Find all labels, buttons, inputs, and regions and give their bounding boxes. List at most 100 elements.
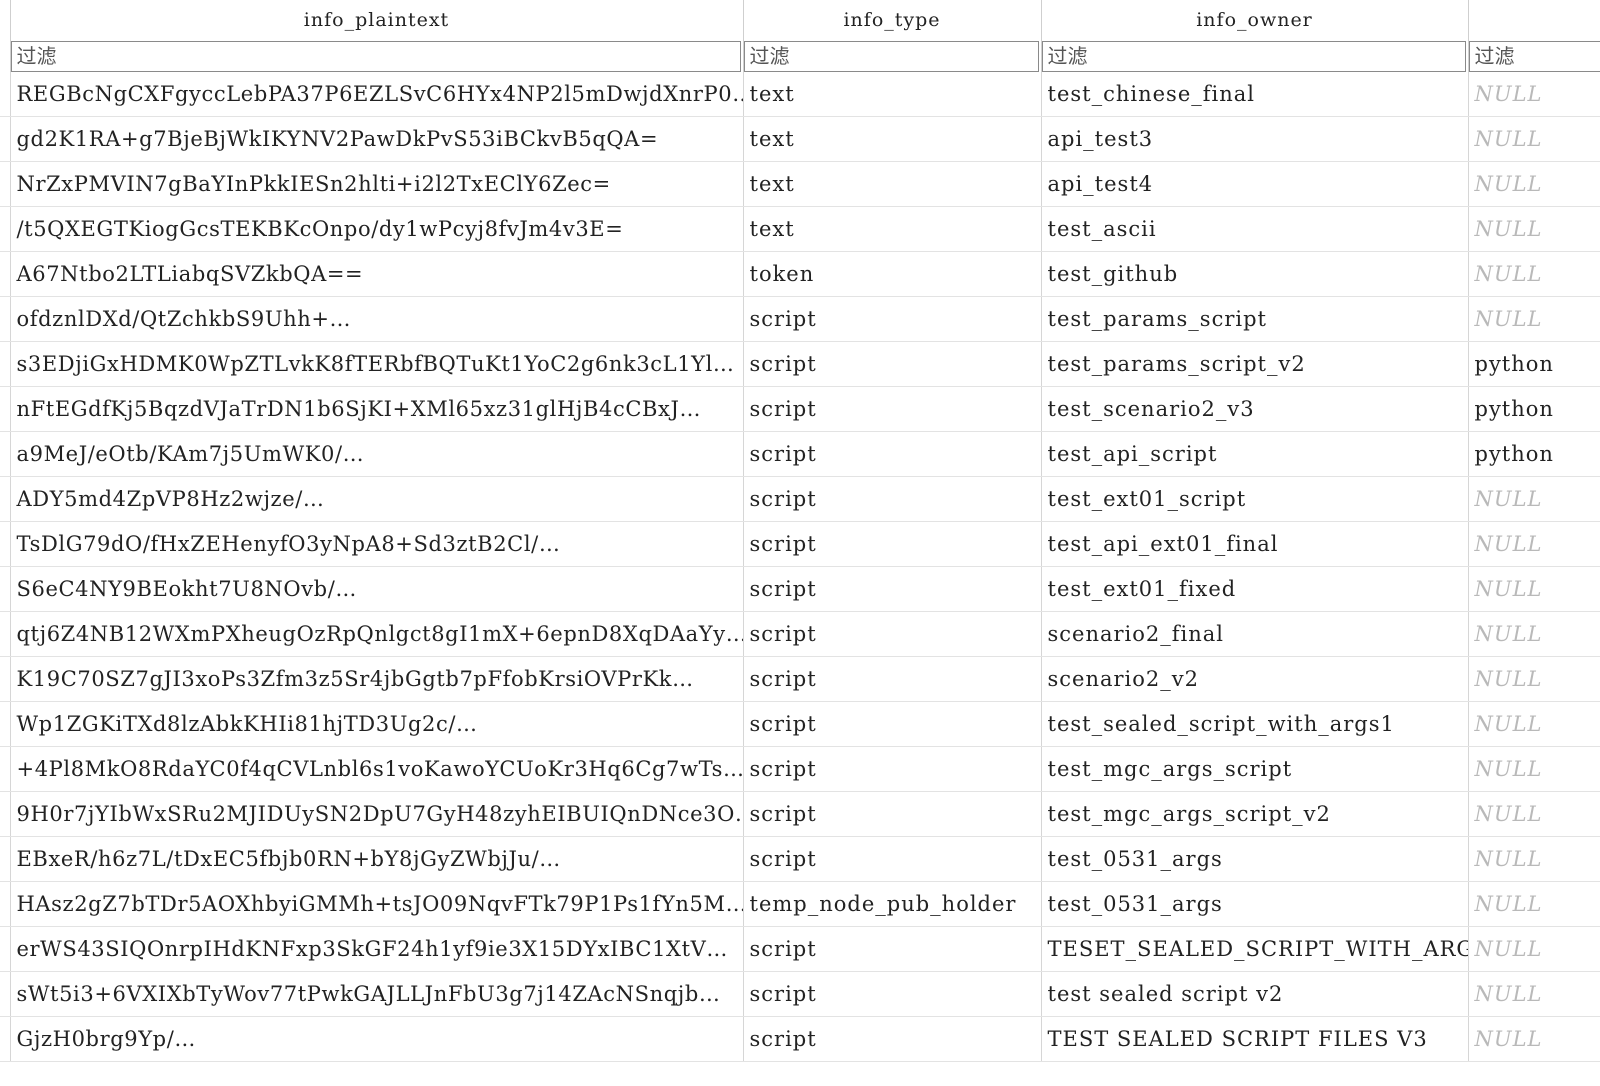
table-row[interactable]: gd2K1RA+g7BjeBjWkIKYNV2PawDkPvS53iBCkvB5… xyxy=(0,116,1600,162)
row-header[interactable] xyxy=(0,566,11,612)
row-header[interactable] xyxy=(0,476,11,522)
column-header-extra[interactable] xyxy=(1468,0,1600,40)
row-header[interactable] xyxy=(0,206,11,252)
table-row[interactable]: A67Ntbo2LTLiabqSVZkbQA== token test_github… xyxy=(0,251,1600,297)
cell-info-plaintext[interactable]: A67Ntbo2LTLiabqSVZkbQA== xyxy=(10,251,744,297)
table-row[interactable]: s3EDjiGxHDMK0WpZTLvkK8fTERbfBQTuKt1YoC2g… xyxy=(0,341,1600,387)
cell-extra[interactable]: NULL xyxy=(1468,836,1600,882)
cell-extra[interactable]: NULL xyxy=(1468,656,1600,702)
cell-info-owner[interactable]: test_ext01_script xyxy=(1041,476,1469,522)
filter-input-info-owner[interactable] xyxy=(1041,40,1466,72)
cell-info-owner[interactable]: test_mgc_args_script_v2 xyxy=(1041,791,1469,837)
cell-info-owner[interactable]: TEST SEALED SCRIPT FILES V3 xyxy=(1041,1016,1469,1062)
cell-info-owner[interactable]: scenario2_v2 xyxy=(1041,656,1469,702)
cell-info-owner[interactable]: test_params_script xyxy=(1041,296,1469,342)
row-header[interactable] xyxy=(0,656,11,702)
cell-extra[interactable]: NULL xyxy=(1468,791,1600,837)
cell-info-type[interactable]: script xyxy=(743,341,1042,387)
column-header-info-type[interactable]: info_type xyxy=(743,0,1042,40)
cell-info-plaintext[interactable]: K19C70SZ7gJI3xoPs3Zfm3z5Sr4jbGgtb7pFfobK… xyxy=(10,656,744,702)
row-header[interactable] xyxy=(0,116,11,162)
table-row[interactable]: nFtEGdfKj5BqzdVJaTrDN1b6SjKI+XMl65xz31gl… xyxy=(0,386,1600,432)
row-header[interactable] xyxy=(0,746,11,792)
cell-info-plaintext[interactable]: gd2K1RA+g7BjeBjWkIKYNV2PawDkPvS53iBCkvB5… xyxy=(10,116,744,162)
row-header[interactable] xyxy=(0,251,11,297)
cell-info-plaintext[interactable]: Wp1ZGKiTXd8lzAbkKHIi81hjTD3Ug2c/… xyxy=(10,701,744,747)
cell-info-type[interactable]: script xyxy=(743,476,1042,522)
cell-info-owner[interactable]: api_test3 xyxy=(1041,116,1469,162)
cell-extra[interactable]: NULL xyxy=(1468,476,1600,522)
row-header[interactable] xyxy=(0,881,11,927)
cell-info-owner[interactable]: test_api_ext01_final xyxy=(1041,521,1469,567)
row-header[interactable] xyxy=(0,431,11,477)
table-row[interactable]: 9H0r7jYIbWxSRu2MJIDUySN2DpU7GyH48zyhEIBU… xyxy=(0,791,1600,837)
cell-info-type[interactable]: script xyxy=(743,836,1042,882)
cell-info-type[interactable]: text xyxy=(743,161,1042,207)
row-header[interactable] xyxy=(0,1016,11,1062)
cell-extra[interactable]: NULL xyxy=(1468,161,1600,207)
cell-info-owner[interactable]: test_chinese_final xyxy=(1041,72,1469,117)
cell-info-plaintext[interactable]: erWS43SIQOnrpIHdKNFxp3SkGF24h1yf9ie3X15D… xyxy=(10,926,744,972)
cell-info-type[interactable]: script xyxy=(743,386,1042,432)
cell-info-type[interactable]: script xyxy=(743,566,1042,612)
cell-info-owner[interactable]: test_0531_args xyxy=(1041,836,1469,882)
cell-info-plaintext[interactable]: qtj6Z4NB12WXmPXheugOzRpQnlgct8gI1mX+6epn… xyxy=(10,611,744,657)
row-header[interactable] xyxy=(0,341,11,387)
cell-info-type[interactable]: token xyxy=(743,251,1042,297)
cell-info-type[interactable]: script xyxy=(743,521,1042,567)
row-header[interactable] xyxy=(0,701,11,747)
cell-info-type[interactable]: script xyxy=(743,791,1042,837)
table-row[interactable]: EBxeR/h6z7L/tDxEC5fbjb0RN+bY8jGyZWbjJu/…… xyxy=(0,836,1600,882)
cell-info-owner[interactable]: TESET_SEALED_SCRIPT_WITH_ARGS xyxy=(1041,926,1469,972)
cell-info-owner[interactable]: scenario2_final xyxy=(1041,611,1469,657)
cell-info-plaintext[interactable]: REGBcNgCXFgyccLebPA37P6EZLSvC6HYx4NP2l5m… xyxy=(10,72,744,117)
table-row[interactable]: a9MeJ/eOtb/KAm7j5UmWK0/… script test_api_s… xyxy=(0,431,1600,477)
cell-info-plaintext[interactable]: ofdznlDXd/QtZchkbS9Uhh+… xyxy=(10,296,744,342)
row-header[interactable] xyxy=(0,791,11,837)
row-header[interactable] xyxy=(0,971,11,1017)
row-header[interactable] xyxy=(0,386,11,432)
cell-extra[interactable]: NULL xyxy=(1468,926,1600,972)
cell-info-type[interactable]: text xyxy=(743,72,1042,117)
cell-info-owner[interactable]: test sealed script v2 xyxy=(1041,971,1469,1017)
table-row[interactable]: sWt5i3+6VXIXbTyWov77tPwkGAJLLJnFbU3g7j14… xyxy=(0,971,1600,1017)
cell-info-type[interactable]: script xyxy=(743,296,1042,342)
cell-info-owner[interactable]: test_sealed_script_with_args1 xyxy=(1041,701,1469,747)
cell-extra[interactable]: NULL xyxy=(1468,72,1600,117)
cell-info-plaintext[interactable]: s3EDjiGxHDMK0WpZTLvkK8fTERbfBQTuKt1YoC2g… xyxy=(10,341,744,387)
filter-input-info-plaintext[interactable] xyxy=(10,40,741,72)
row-header[interactable] xyxy=(0,926,11,972)
cell-info-owner[interactable]: test_api_script xyxy=(1041,431,1469,477)
table-row[interactable]: ofdznlDXd/QtZchkbS9Uhh+… script test_param… xyxy=(0,296,1600,342)
cell-extra[interactable]: python xyxy=(1468,386,1600,432)
cell-info-owner[interactable]: test_mgc_args_script xyxy=(1041,746,1469,792)
column-header-info-owner[interactable]: info_owner xyxy=(1041,0,1469,40)
cell-info-plaintext[interactable]: nFtEGdfKj5BqzdVJaTrDN1b6SjKI+XMl65xz31gl… xyxy=(10,386,744,432)
cell-info-owner[interactable]: test_ext01_fixed xyxy=(1041,566,1469,612)
filter-input-extra[interactable] xyxy=(1468,40,1600,72)
cell-info-plaintext[interactable]: GjzH0brg9Yp/… xyxy=(10,1016,744,1062)
cell-info-plaintext[interactable]: /t5QXEGTKiogGcsTEKBKcOnpo/dy1wPcyj8fvJm4… xyxy=(10,206,744,252)
cell-info-plaintext[interactable]: a9MeJ/eOtb/KAm7j5UmWK0/… xyxy=(10,431,744,477)
cell-info-type[interactable]: script xyxy=(743,656,1042,702)
cell-info-type[interactable]: script xyxy=(743,1016,1042,1062)
cell-info-type[interactable]: script xyxy=(743,746,1042,792)
table-row[interactable]: Wp1ZGKiTXd8lzAbkKHIi81hjTD3Ug2c/… script t… xyxy=(0,701,1600,747)
cell-extra[interactable]: NULL xyxy=(1468,746,1600,792)
cell-extra[interactable]: NULL xyxy=(1468,881,1600,927)
row-header-corner[interactable] xyxy=(0,0,11,40)
cell-info-plaintext[interactable]: NrZxPMVIN7gBaYInPkkIESn2hlti+i2l2TxEClY6… xyxy=(10,161,744,207)
cell-info-type[interactable]: script xyxy=(743,431,1042,477)
filter-input-info-type[interactable] xyxy=(743,40,1039,72)
table-row[interactable]: +4Pl8MkO8RdaYC0f4qCVLnbl6s1voKawoYCUoKr3… xyxy=(0,746,1600,792)
table-row[interactable]: erWS43SIQOnrpIHdKNFxp3SkGF24h1yf9ie3X15D… xyxy=(0,926,1600,972)
cell-info-owner[interactable]: test_0531_args xyxy=(1041,881,1469,927)
cell-info-plaintext[interactable]: HAsz2gZ7bTDr5AOXhbyiGMMh+tsJO09NqvFTk79P… xyxy=(10,881,744,927)
table-row[interactable]: TsDlG79dO/fHxZEHenyfO3yNpA8+Sd3ztB2Cl/… s… xyxy=(0,521,1600,567)
cell-info-owner[interactable]: test_scenario2_v3 xyxy=(1041,386,1469,432)
table-row[interactable]: K19C70SZ7gJI3xoPs3Zfm3z5Sr4jbGgtb7pFfobK… xyxy=(0,656,1600,702)
table-row[interactable]: ADY5md4ZpVP8Hz2wjze/… script test_ext01_sc… xyxy=(0,476,1600,522)
cell-info-type[interactable]: script xyxy=(743,701,1042,747)
cell-info-owner[interactable]: test_ascii xyxy=(1041,206,1469,252)
cell-extra[interactable]: NULL xyxy=(1468,1016,1600,1062)
